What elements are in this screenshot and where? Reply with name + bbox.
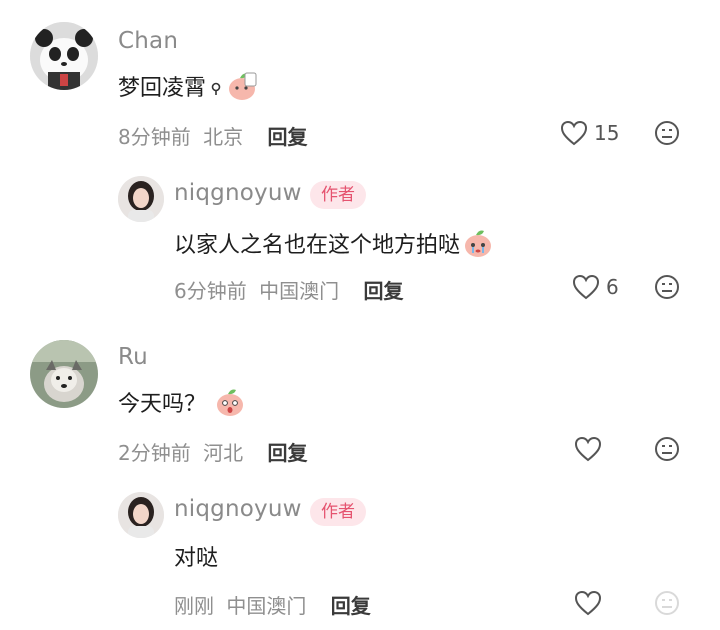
like-button[interactable]: 6 bbox=[572, 274, 619, 300]
comment-item: niqgnoyuw 作者 以家人之名也在这个地方拍哒 6分钟前 中国澳门 回复 … bbox=[0, 160, 720, 320]
comment-text: 今天吗？ bbox=[118, 386, 246, 423]
comment-text-body: 对哒 bbox=[174, 546, 219, 571]
comment-location: 中国澳门 bbox=[226, 594, 307, 618]
reply-button[interactable]: 回复 bbox=[363, 279, 403, 303]
frown-icon bbox=[654, 120, 680, 146]
watermark-overlay bbox=[604, 584, 714, 626]
comment-item: Ru 今天吗？ 2分钟前 河北 回复 bbox=[0, 320, 720, 480]
frown-icon bbox=[654, 274, 680, 300]
comment-username[interactable]: Chan bbox=[118, 28, 178, 54]
frown-icon bbox=[654, 436, 680, 462]
comment-item: Chan 梦回凌霄 8分钟前 北京 回复 15 bbox=[0, 0, 720, 160]
girl-avatar[interactable] bbox=[118, 492, 164, 538]
like-count: 6 bbox=[606, 275, 619, 299]
comment-time: 刚刚 bbox=[174, 594, 214, 618]
comment-time: 2分钟前 bbox=[118, 441, 191, 465]
small-magnifier-icon bbox=[210, 77, 222, 102]
girl-avatar[interactable] bbox=[118, 176, 164, 222]
comment-meta: 8分钟前 北京 回复 bbox=[118, 121, 307, 150]
comment-time: 6分钟前 bbox=[174, 279, 247, 303]
heart-icon bbox=[572, 274, 600, 300]
dislike-button[interactable] bbox=[654, 274, 680, 300]
comment-location: 北京 bbox=[203, 125, 244, 149]
comment-username[interactable]: Ru bbox=[118, 344, 148, 370]
dog-avatar[interactable] bbox=[30, 340, 98, 408]
comment-text: 以家人之名也在这个地方拍哒 bbox=[174, 227, 494, 264]
comment-meta: 6分钟前 中国澳门 回复 bbox=[174, 275, 403, 304]
reply-button[interactable]: 回复 bbox=[267, 125, 307, 149]
dislike-button[interactable] bbox=[654, 436, 680, 462]
panda-avatar[interactable] bbox=[30, 22, 98, 90]
comment-time: 8分钟前 bbox=[118, 125, 191, 149]
comment-location: 中国澳门 bbox=[259, 279, 340, 303]
heart-icon bbox=[574, 436, 602, 462]
reply-button[interactable]: 回复 bbox=[267, 441, 307, 465]
like-button[interactable]: 15 bbox=[560, 120, 619, 146]
comment-username[interactable]: niqgnoyuw bbox=[174, 496, 302, 522]
peach-emoji-icon bbox=[226, 71, 258, 107]
comment-text: 对哒 bbox=[174, 540, 218, 572]
comment-text-body: 以家人之名也在这个地方拍哒 bbox=[174, 233, 461, 258]
like-count: 15 bbox=[594, 121, 620, 145]
surprised-peach-emoji-icon bbox=[214, 387, 246, 423]
crying-peach-emoji-icon bbox=[462, 228, 494, 264]
comment-meta: 2分钟前 河北 回复 bbox=[118, 437, 307, 466]
comment-username[interactable]: niqgnoyuw bbox=[174, 180, 302, 206]
comment-location: 河北 bbox=[203, 441, 244, 465]
heart-icon bbox=[574, 590, 602, 616]
comment-text: 梦回凌霄 bbox=[118, 70, 258, 107]
reply-button[interactable]: 回复 bbox=[331, 594, 371, 618]
like-button[interactable] bbox=[574, 436, 608, 462]
comment-text-body: 梦回凌霄 bbox=[118, 76, 207, 101]
like-button[interactable] bbox=[574, 590, 608, 616]
comment-meta: 刚刚 中国澳门 回复 bbox=[174, 590, 371, 619]
author-badge: 作者 bbox=[310, 498, 366, 526]
dislike-button[interactable] bbox=[654, 120, 680, 146]
author-badge: 作者 bbox=[310, 181, 366, 209]
heart-icon bbox=[560, 120, 588, 146]
comment-text-body: 今天吗？ bbox=[118, 392, 207, 417]
